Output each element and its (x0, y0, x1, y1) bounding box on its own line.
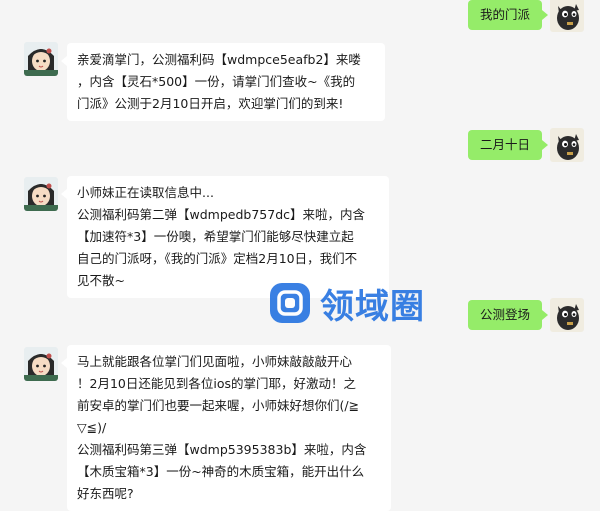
message-line: 门派》公测于2月10日开启，欢迎掌门们的到来! (77, 96, 344, 111)
message-line: ，内含【灵石*500】一份，请掌门们查收~《我的 (77, 74, 356, 89)
user-avatar[interactable] (550, 128, 584, 162)
message-line: 【木质宝箱*3】一份~神奇的木质宝箱，能开出什么 (77, 464, 365, 479)
message-text: 公测登场 (480, 307, 531, 322)
dog-avatar-icon (550, 0, 584, 32)
chat-window: 我的门派 亲爱滴掌门，公测福利码【wdmpce5eafb2】来喽 ，内含【灵石*… (0, 0, 600, 511)
girl-avatar-icon (24, 347, 58, 381)
message-line: 前安卓的掌门们也要一起来喔，小师妹好想你们(/≧ (77, 398, 360, 413)
dog-avatar-icon (550, 298, 584, 332)
message-line: 小师妹正在读取信息中... (77, 185, 214, 200)
message-line: 【加速符*3】一份噢，希望掌门们能够尽快建立起 (77, 229, 354, 244)
message-bubble-left[interactable]: 亲爱滴掌门，公测福利码【wdmpce5eafb2】来喽 ，内含【灵石*500】一… (61, 43, 385, 121)
girl-avatar-icon (24, 177, 58, 211)
sender-avatar[interactable] (24, 42, 58, 76)
message-line: 马上就能跟各位掌门们见面啦，小师妹敲敲敲开心 (77, 354, 353, 369)
message-line: 公测福利码第三弹【wdmp5395383b】来啦，内含 (77, 442, 367, 457)
message-line: ！2月10日还能见到各位ios的掌门耶，好激动！之 (77, 376, 356, 391)
watermark: 领域圈 (268, 278, 425, 328)
watermark-text: 领域圈 (320, 286, 425, 327)
message-line: 亲爱滴掌门，公测福利码【wdmpce5eafb2】来喽 (77, 52, 361, 67)
message-bubble-right[interactable]: 我的门派 (468, 0, 548, 30)
sender-avatar[interactable] (24, 347, 58, 381)
girl-avatar-icon (24, 42, 58, 76)
message-line: 自己的门派呀，《我的门派》定档2月10日，我们不 (77, 251, 358, 266)
user-avatar[interactable] (550, 298, 584, 332)
sender-avatar[interactable] (24, 177, 58, 211)
message-text: 我的门派 (480, 7, 531, 22)
message-line: ▽≦)/ (77, 420, 107, 435)
message-text: 二月十日 (480, 137, 531, 152)
message-bubble-left[interactable]: 马上就能跟各位掌门们见面啦，小师妹敲敲敲开心 ！2月10日还能见到各位ios的掌… (61, 345, 391, 511)
dog-avatar-icon (550, 128, 584, 162)
message-bubble-right[interactable]: 公测登场 (468, 300, 548, 330)
watermark-logo-icon (270, 283, 310, 323)
message-line: 公测福利码第二弹【wdmpedb757dc】来啦，内含 (77, 207, 365, 222)
message-bubble-right[interactable]: 二月十日 (468, 130, 548, 160)
user-avatar[interactable] (550, 0, 584, 32)
